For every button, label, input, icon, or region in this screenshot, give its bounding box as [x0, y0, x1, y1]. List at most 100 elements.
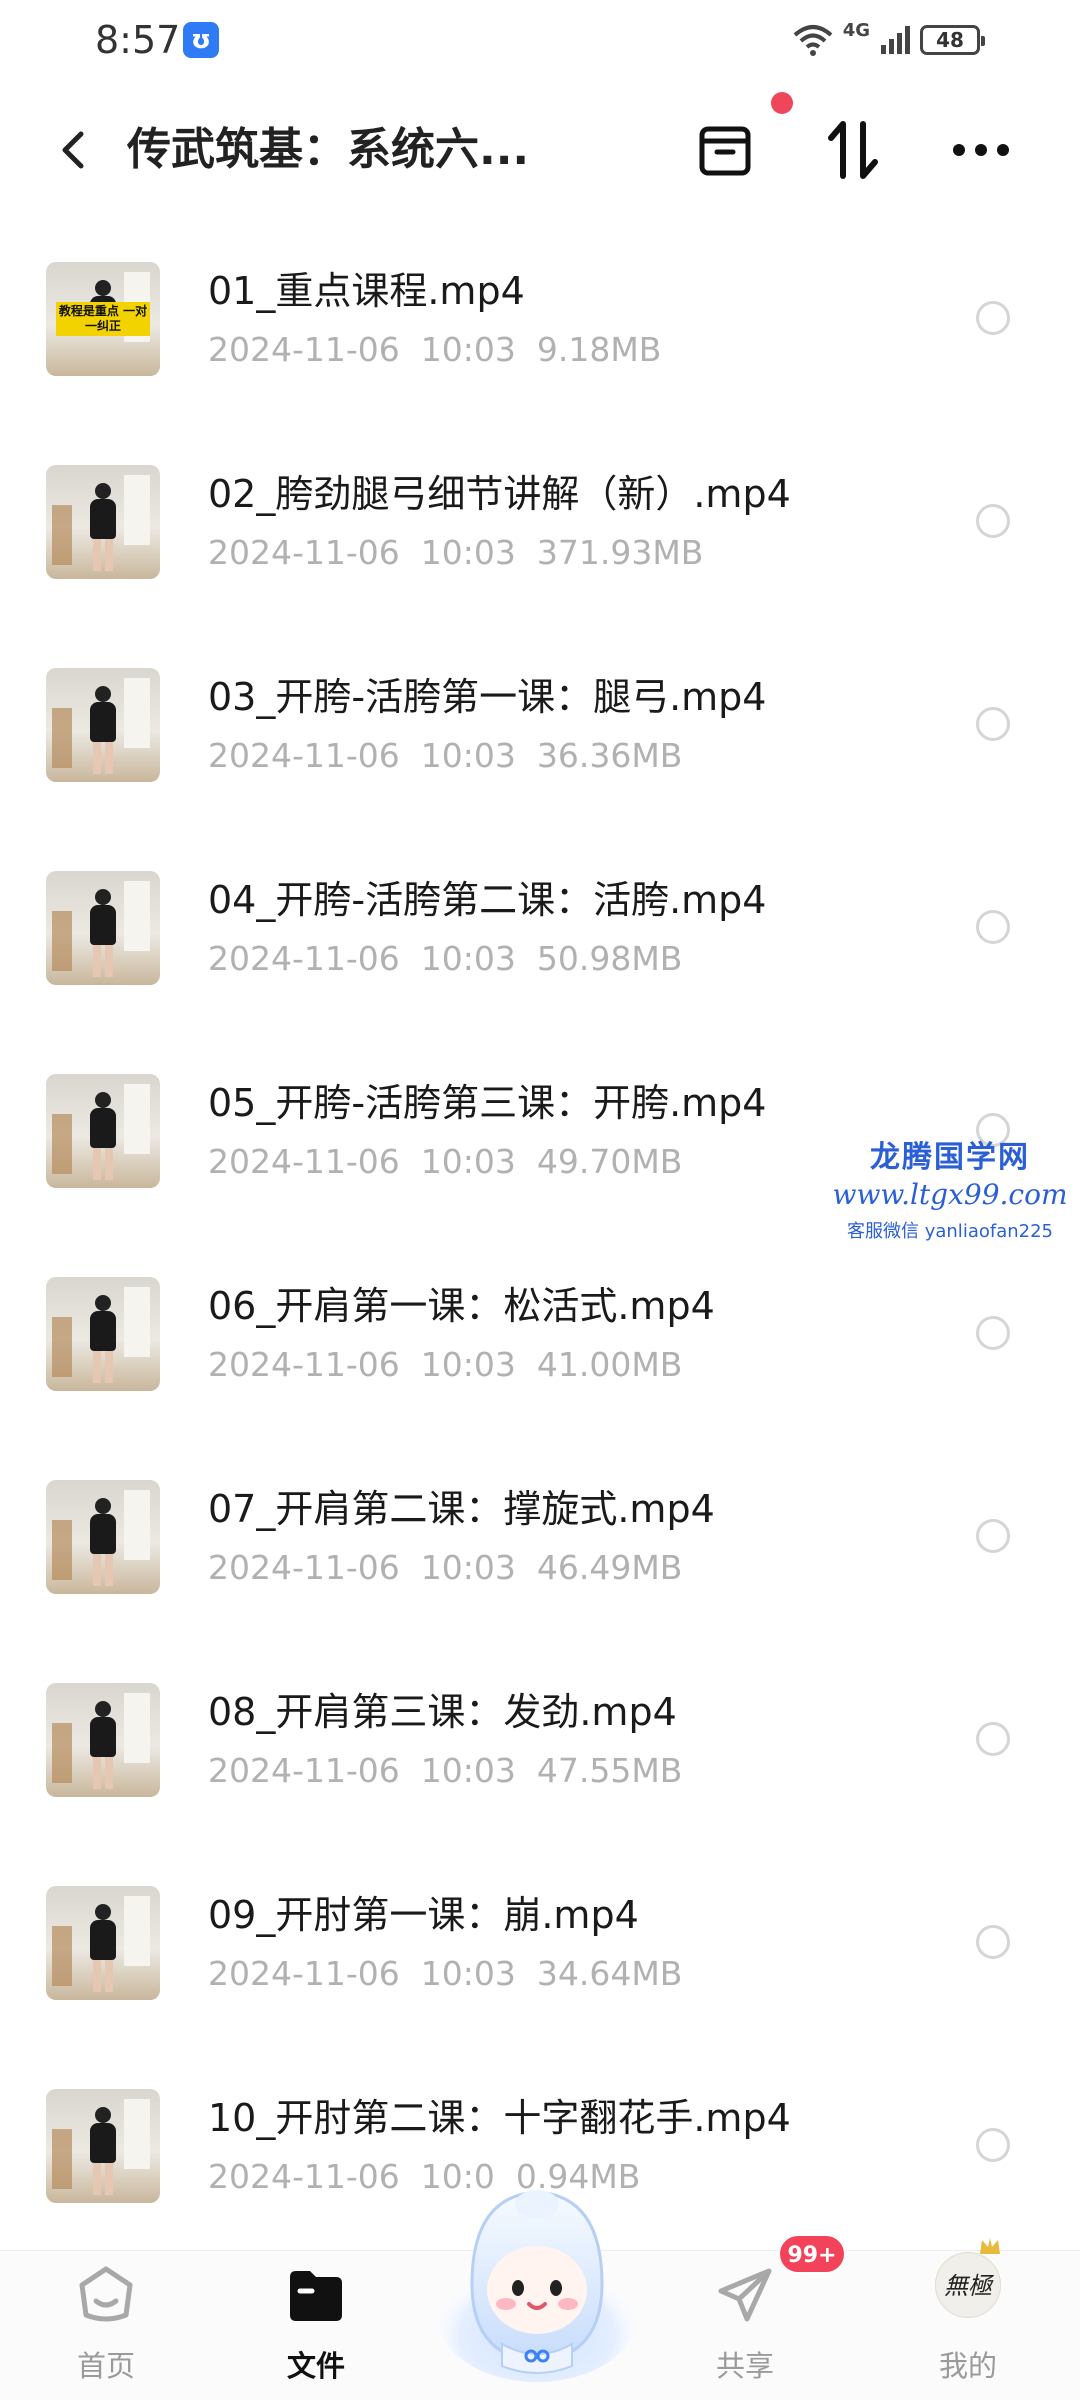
nav-label-me: 我的: [938, 2349, 997, 2383]
file-name: 01_重点课程.mp4: [208, 269, 525, 313]
video-thumbnail: [46, 2089, 160, 2203]
file-size: 46.49MB: [536, 1548, 683, 1587]
watermark-contact: 客服微信 yanliaofan225: [847, 1221, 1053, 1242]
file-meta: 2024-11-06 10:03 36.36MB: [208, 734, 682, 778]
archive-button[interactable]: [690, 115, 760, 185]
video-thumbnail: [46, 1683, 160, 1797]
header: 传武筑基：系统六...: [0, 90, 1080, 210]
file-size: 371.93MB: [536, 533, 704, 572]
select-radio[interactable]: [976, 707, 1010, 741]
select-radio[interactable]: [976, 1722, 1010, 1756]
send-icon: [718, 2268, 772, 2322]
cell-signal-icon: [881, 26, 910, 54]
home-icon: [79, 2266, 133, 2322]
file-meta: 2024-11-06 10:03 371.93MB: [208, 531, 703, 575]
select-radio[interactable]: [976, 1519, 1010, 1553]
file-meta: 2024-11-06 10:03 46.49MB: [208, 1546, 682, 1590]
list-item[interactable]: 06_开肩第一课：松活式.mp4 2024-11-06 10:03 41.00M…: [0, 1265, 1080, 1468]
battery-level: 48: [936, 28, 964, 52]
file-size: 36.36MB: [536, 736, 683, 775]
file-meta: 2024-11-06 10:03 47.55MB: [208, 1749, 682, 1793]
video-thumbnail: [46, 465, 160, 579]
file-time: 10:03: [420, 939, 516, 978]
file-date: 2024-11-06: [208, 939, 400, 978]
file-meta: 2024-11-06 10:03 49.70MB: [208, 1140, 682, 1184]
video-thumbnail: [46, 1480, 160, 1594]
file-date: 2024-11-06: [208, 1142, 400, 1181]
sort-icon: [828, 121, 878, 179]
watermark-site-name: 龙腾国学网: [870, 1140, 1030, 1175]
file-name: 07_开肩第二课：撑旋式.mp4: [208, 1487, 715, 1531]
folder-icon: [290, 2271, 342, 2321]
list-item[interactable]: 04_开胯-活胯第二课：活胯.mp4 2024-11-06 10:03 50.9…: [0, 859, 1080, 1062]
file-meta: 2024-11-06 10:03 41.00MB: [208, 1343, 682, 1387]
file-time: 10:03: [420, 1954, 516, 1993]
file-time: 10:03: [420, 330, 516, 369]
more-button[interactable]: [946, 115, 1016, 185]
page-title: 传武筑基：系统六...: [127, 124, 530, 175]
watermark-url: www.ltgx99.com: [832, 1178, 1068, 1211]
file-time: 10:03: [420, 736, 516, 775]
status-bar: 8:57 ʊ 4G 48: [0, 0, 1080, 78]
list-item[interactable]: 07_开肩第二课：撑旋式.mp4 2024-11-06 10:03 46.49M…: [0, 1468, 1080, 1671]
file-date: 2024-11-06: [208, 1751, 400, 1790]
archive-icon: [699, 126, 751, 176]
select-radio[interactable]: [976, 504, 1010, 538]
network-type: 4G: [842, 19, 870, 41]
file-time: 10:03: [420, 1345, 516, 1384]
file-name: 10_开肘第二课：十字翻花手.mp4: [208, 2096, 791, 2140]
nav-item-home[interactable]: 首页: [26, 2251, 186, 2400]
select-radio[interactable]: [976, 1316, 1010, 1350]
select-radio[interactable]: [976, 910, 1010, 944]
file-name: 06_开肩第一课：松活式.mp4: [208, 1284, 715, 1328]
file-meta: 2024-11-06 10:03 9.18MB: [208, 328, 661, 372]
nav-label-home: 首页: [76, 2349, 135, 2383]
list-item[interactable]: 02_胯劲腿弓细节讲解（新）.mp4 2024-11-06 10:03 371.…: [0, 453, 1080, 656]
back-button[interactable]: [45, 120, 105, 180]
assistant-mascot-icon[interactable]: [432, 2166, 642, 2384]
status-time: 8:57: [95, 18, 181, 62]
chevron-left-icon: [62, 131, 84, 169]
file-time: 10:03: [420, 533, 516, 572]
file-name: 09_开肘第一课：崩.mp4: [208, 1893, 639, 1937]
video-thumbnail: [46, 871, 160, 985]
nav-label-files: 文件: [286, 2349, 345, 2383]
list-item[interactable]: 08_开肩第三课：发劲.mp4 2024-11-06 10:03 47.55MB: [0, 1671, 1080, 1874]
select-radio[interactable]: [976, 1925, 1010, 1959]
file-size: 47.55MB: [536, 1751, 683, 1790]
select-radio[interactable]: [976, 301, 1010, 335]
file-date: 2024-11-06: [208, 2157, 400, 2196]
nav-item-files[interactable]: 文件: [236, 2251, 396, 2400]
video-thumbnail: [46, 668, 160, 782]
file-meta: 2024-11-06 10:03 34.64MB: [208, 1952, 682, 1996]
notification-dot: [771, 92, 793, 114]
status-indicators: 4G 48: [793, 18, 985, 62]
file-size: 50.98MB: [536, 939, 683, 978]
video-thumbnail: [46, 1074, 160, 1188]
video-thumbnail: [46, 1277, 160, 1391]
wifi-icon: [793, 25, 833, 56]
list-item[interactable]: 教程是重点 一对一纠正 01_重点课程.mp4 2024-11-06 10:03…: [0, 250, 1080, 453]
file-list: 教程是重点 一对一纠正 01_重点课程.mp4 2024-11-06 10:03…: [0, 250, 1080, 2280]
file-date: 2024-11-06: [208, 736, 400, 775]
video-thumbnail: [46, 1886, 160, 2000]
video-thumbnail: 教程是重点 一对一纠正: [46, 262, 160, 376]
file-date: 2024-11-06: [208, 533, 400, 572]
file-date: 2024-11-06: [208, 1548, 400, 1587]
share-badge: 99+: [778, 2234, 846, 2274]
file-name: 04_开胯-活胯第二课：活胯.mp4: [208, 878, 767, 922]
file-size: 34.64MB: [536, 1954, 683, 1993]
nav-label-share: 共享: [715, 2349, 774, 2383]
avatar-icon[interactable]: 無極: [935, 2252, 1001, 2318]
list-item[interactable]: 03_开胯-活胯第一课：腿弓.mp4 2024-11-06 10:03 36.3…: [0, 656, 1080, 859]
file-name: 02_胯劲腿弓细节讲解（新）.mp4: [208, 472, 791, 516]
file-time: 10:03: [420, 1548, 516, 1587]
select-radio[interactable]: [976, 2128, 1010, 2162]
file-name: 08_开肩第三课：发劲.mp4: [208, 1690, 677, 1734]
sort-button[interactable]: [818, 115, 888, 185]
file-date: 2024-11-06: [208, 1954, 400, 1993]
battery-icon: 48: [920, 25, 985, 55]
file-date: 2024-11-06: [208, 1345, 400, 1384]
crown-icon: [980, 2238, 1000, 2254]
list-item[interactable]: 09_开肘第一课：崩.mp4 2024-11-06 10:03 34.64MB: [0, 1874, 1080, 2077]
